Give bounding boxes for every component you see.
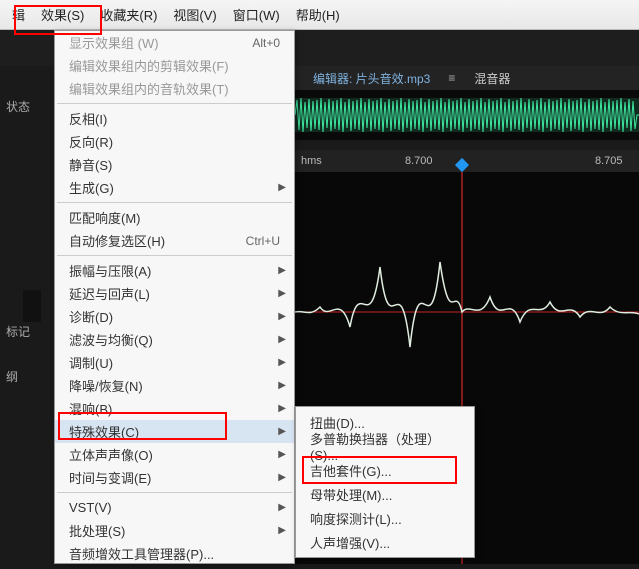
menu-label: VST(V) [69, 500, 280, 515]
menu-label: 多普勒换挡器（处理）(S)... [310, 429, 460, 463]
chevron-right-icon: ▶ [278, 182, 286, 193]
ruler-tick: 8.700 [405, 155, 433, 167]
chevron-right-icon: ▶ [278, 288, 286, 299]
chevron-right-icon: ▶ [278, 502, 286, 513]
menu-item-edit-track-effects[interactable]: 编辑效果组内的音轨效果(T) [55, 77, 294, 100]
status-label: 状态 [0, 94, 54, 119]
menu-label: 母带处理(M)... [310, 485, 392, 504]
chevron-right-icon: ▶ [278, 426, 286, 437]
menu-separator [57, 202, 292, 203]
menu-view[interactable]: 视图(V) [165, 1, 224, 28]
menu-label: 调制(U) [69, 353, 280, 372]
menu-separator [57, 103, 292, 104]
menu-item-plugin-manager[interactable]: 音频增效工具管理器(P)... [55, 542, 294, 565]
menu-item-invert[interactable]: 反相(I) [55, 107, 294, 130]
menu-label: 人声增强(V)... [310, 533, 390, 552]
mixer-tab[interactable]: 混音器 [474, 70, 510, 87]
menu-effects[interactable]: 效果(S) [33, 1, 92, 28]
chevron-right-icon: ▶ [278, 403, 286, 414]
menu-label: 特殊效果(C) [69, 422, 280, 441]
menu-item-diagnostics[interactable]: 诊断(D)▶ [55, 305, 294, 328]
hamburger-icon[interactable]: ≡ [448, 71, 456, 85]
menu-item-silence[interactable]: 静音(S) [55, 153, 294, 176]
menu-shortcut: Alt+0 [252, 36, 280, 50]
menu-shortcut: Ctrl+U [246, 234, 280, 248]
menu-label: 显示效果组 (W) [69, 33, 252, 52]
menu-label: 响度探测计(L)... [310, 509, 402, 528]
menu-label: 吉他套件(G)... [310, 461, 392, 480]
menu-window[interactable]: 窗口(W) [225, 1, 288, 28]
marker-label: 标记 [0, 319, 54, 344]
menu-favorites[interactable]: 收藏夹(R) [92, 1, 165, 28]
menu-item-delay[interactable]: 延迟与回声(L)▶ [55, 282, 294, 305]
menu-item-auto-heal[interactable]: 自动修复选区(H) Ctrl+U [55, 229, 294, 252]
menu-label: 时间与变调(E) [69, 468, 280, 487]
menu-label: 降噪/恢复(N) [69, 376, 280, 395]
chevron-right-icon: ▶ [278, 311, 286, 322]
submenu-item-vocal-enhance[interactable]: 人声增强(V)... [296, 530, 474, 554]
menu-help[interactable]: 帮助(H) [288, 1, 348, 28]
waveform-overview[interactable] [295, 90, 639, 140]
menu-item-edit-clip-effects[interactable]: 编辑效果组内的剪辑效果(F) [55, 54, 294, 77]
menu-label: 音频增效工具管理器(P)... [69, 544, 280, 563]
menu-label: 混响(B) [69, 399, 280, 418]
menu-label: 批处理(S) [69, 521, 280, 540]
chevron-right-icon: ▶ [278, 265, 286, 276]
menu-separator [57, 492, 292, 493]
level-label: 纲 [0, 364, 54, 389]
menu-edit[interactable]: 辑 [4, 1, 33, 28]
menu-label: 静音(S) [69, 155, 280, 174]
menu-label: 诊断(D) [69, 307, 280, 326]
chevron-right-icon: ▶ [278, 380, 286, 391]
submenu-item-doppler[interactable]: 多普勒换挡器（处理）(S)... [296, 434, 474, 458]
menu-label: 滤波与均衡(Q) [69, 330, 280, 349]
menu-item-match-loudness[interactable]: 匹配响度(M) [55, 206, 294, 229]
menu-item-batch[interactable]: 批处理(S)▶ [55, 519, 294, 542]
chevron-right-icon: ▶ [278, 525, 286, 536]
timeline-ruler[interactable]: hms 8.700 8.705 [295, 150, 639, 172]
menu-item-reverb[interactable]: 混响(B)▶ [55, 397, 294, 420]
editor-header: 编辑器: 片头音效.mp3 ≡ 混音器 [295, 66, 639, 90]
menubar: 辑 效果(S) 收藏夹(R) 视图(V) 窗口(W) 帮助(H) [0, 0, 639, 30]
menu-item-time-pitch[interactable]: 时间与变调(E)▶ [55, 466, 294, 489]
dark-stripe [23, 290, 41, 322]
menu-label: 编辑效果组内的剪辑效果(F) [69, 56, 280, 75]
menu-label: 振幅与压限(A) [69, 261, 280, 280]
playhead-marker[interactable] [455, 158, 469, 172]
menu-label: 立体声声像(O) [69, 445, 280, 464]
chevron-right-icon: ▶ [278, 449, 286, 460]
menu-label: 反相(I) [69, 109, 280, 128]
special-effects-submenu: 扭曲(D)... 多普勒换挡器（处理）(S)... 吉他套件(G)... 母带处… [295, 406, 475, 558]
menu-item-show-effect-group[interactable]: 显示效果组 (W) Alt+0 [55, 31, 294, 54]
chevron-right-icon: ▶ [278, 357, 286, 368]
menu-label: 编辑效果组内的音轨效果(T) [69, 79, 280, 98]
menu-label: 反向(R) [69, 132, 280, 151]
menu-label: 延迟与回声(L) [69, 284, 280, 303]
menu-item-noise[interactable]: 降噪/恢复(N)▶ [55, 374, 294, 397]
menu-item-stereo[interactable]: 立体声声像(O)▶ [55, 443, 294, 466]
editor-title: 编辑器: 片头音效.mp3 [313, 70, 430, 87]
effects-dropdown: 显示效果组 (W) Alt+0 编辑效果组内的剪辑效果(F) 编辑效果组内的音轨… [54, 30, 295, 564]
menu-item-vst[interactable]: VST(V)▶ [55, 496, 294, 519]
ruler-tick: 8.705 [595, 155, 623, 167]
chevron-right-icon: ▶ [278, 334, 286, 345]
submenu-item-mastering[interactable]: 母带处理(M)... [296, 482, 474, 506]
menu-label: 生成(G) [69, 178, 280, 197]
menu-item-amplitude[interactable]: 振幅与压限(A)▶ [55, 259, 294, 282]
menu-item-filter[interactable]: 滤波与均衡(Q)▶ [55, 328, 294, 351]
chevron-right-icon: ▶ [278, 472, 286, 483]
menu-label: 自动修复选区(H) [69, 231, 246, 250]
menu-item-reverse[interactable]: 反向(R) [55, 130, 294, 153]
submenu-item-loudness-meter[interactable]: 响度探测计(L)... [296, 506, 474, 530]
menu-item-modulation[interactable]: 调制(U)▶ [55, 351, 294, 374]
menu-item-generate[interactable]: 生成(G)▶ [55, 176, 294, 199]
menu-item-special-effects[interactable]: 特殊效果(C)▶ [55, 420, 294, 443]
menu-separator [57, 255, 292, 256]
ruler-unit: hms [301, 155, 322, 167]
menu-label: 匹配响度(M) [69, 208, 280, 227]
